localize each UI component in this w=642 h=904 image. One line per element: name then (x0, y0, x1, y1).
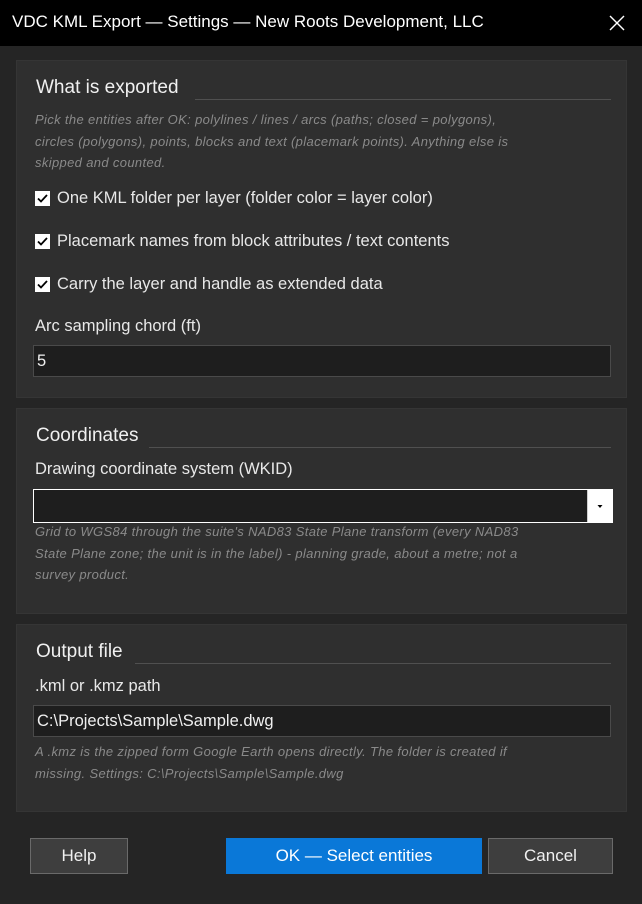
export-group: What is exported Pick the entities after… (16, 60, 627, 398)
hint-line: survey product. (35, 567, 130, 582)
hint-line: Grid to WGS84 through the suite's NAD83 … (35, 524, 519, 539)
wkid-label: Drawing coordinate system (WKID) (35, 460, 293, 478)
help-button[interactable]: Help (30, 838, 128, 874)
output-group-title: Output file (36, 641, 123, 662)
arc-chord-input[interactable] (33, 345, 611, 377)
coordinates-hint: Grid to WGS84 through the suite's NAD83 … (35, 521, 595, 586)
option-placemark-names[interactable]: Placemark names from block attributes / … (35, 231, 450, 251)
export-group-title: What is exported (36, 77, 179, 98)
group-divider (135, 663, 611, 664)
title-bar: VDC KML Export — Settings — New Roots De… (0, 0, 642, 46)
option-label: One KML folder per layer (folder color =… (57, 188, 433, 207)
checkbox[interactable] (35, 233, 50, 249)
output-path-label: .kml or .kmz path (35, 677, 161, 695)
hint-line: skipped and counted. (35, 155, 166, 170)
group-divider (195, 99, 611, 100)
cancel-button[interactable]: Cancel (488, 838, 613, 874)
checkbox[interactable] (35, 190, 50, 206)
hint-line: A .kmz is the zipped form Google Earth o… (35, 744, 508, 759)
checkmark-icon (37, 193, 48, 203)
hint-line: missing. Settings: C:\Projects\Sample\Sa… (35, 765, 344, 781)
option-label: Carry the layer and handle as extended d… (57, 274, 383, 293)
hint-line: State Plane zone; the unit is in the lab… (35, 545, 518, 561)
option-extended-data[interactable]: Carry the layer and handle as extended d… (35, 274, 383, 294)
coordinates-group-title: Coordinates (36, 425, 139, 446)
wkid-dropdown[interactable] (33, 489, 613, 523)
option-label: Placemark names from block attributes / … (57, 231, 450, 250)
close-button[interactable] (592, 0, 642, 46)
hint-line: Pick the entities after OK: polylines / … (35, 112, 497, 127)
arc-chord-label: Arc sampling chord (ft) (35, 317, 201, 335)
export-hint: Pick the entities after OK: polylines / … (35, 109, 595, 174)
group-divider (149, 447, 611, 448)
output-hint: A .kmz is the zipped form Google Earth o… (35, 741, 595, 784)
dropdown-button[interactable] (587, 490, 612, 522)
checkmark-icon (37, 236, 48, 246)
output-group: Output file .kml or .kmz path A .kmz is … (16, 624, 627, 812)
ok-select-entities-button[interactable]: OK — Select entities (226, 838, 482, 874)
chevron-down-icon (597, 504, 603, 508)
checkbox[interactable] (35, 276, 50, 292)
output-path-input[interactable] (33, 705, 611, 737)
option-folder-per-layer[interactable]: One KML folder per layer (folder color =… (35, 188, 433, 208)
checkmark-icon (37, 279, 48, 289)
coordinates-group: Coordinates Drawing coordinate system (W… (16, 408, 627, 614)
close-icon (609, 15, 625, 31)
hint-line: circles (polygons), points, blocks and t… (35, 133, 509, 149)
window-title: VDC KML Export — Settings — New Roots De… (12, 12, 484, 31)
